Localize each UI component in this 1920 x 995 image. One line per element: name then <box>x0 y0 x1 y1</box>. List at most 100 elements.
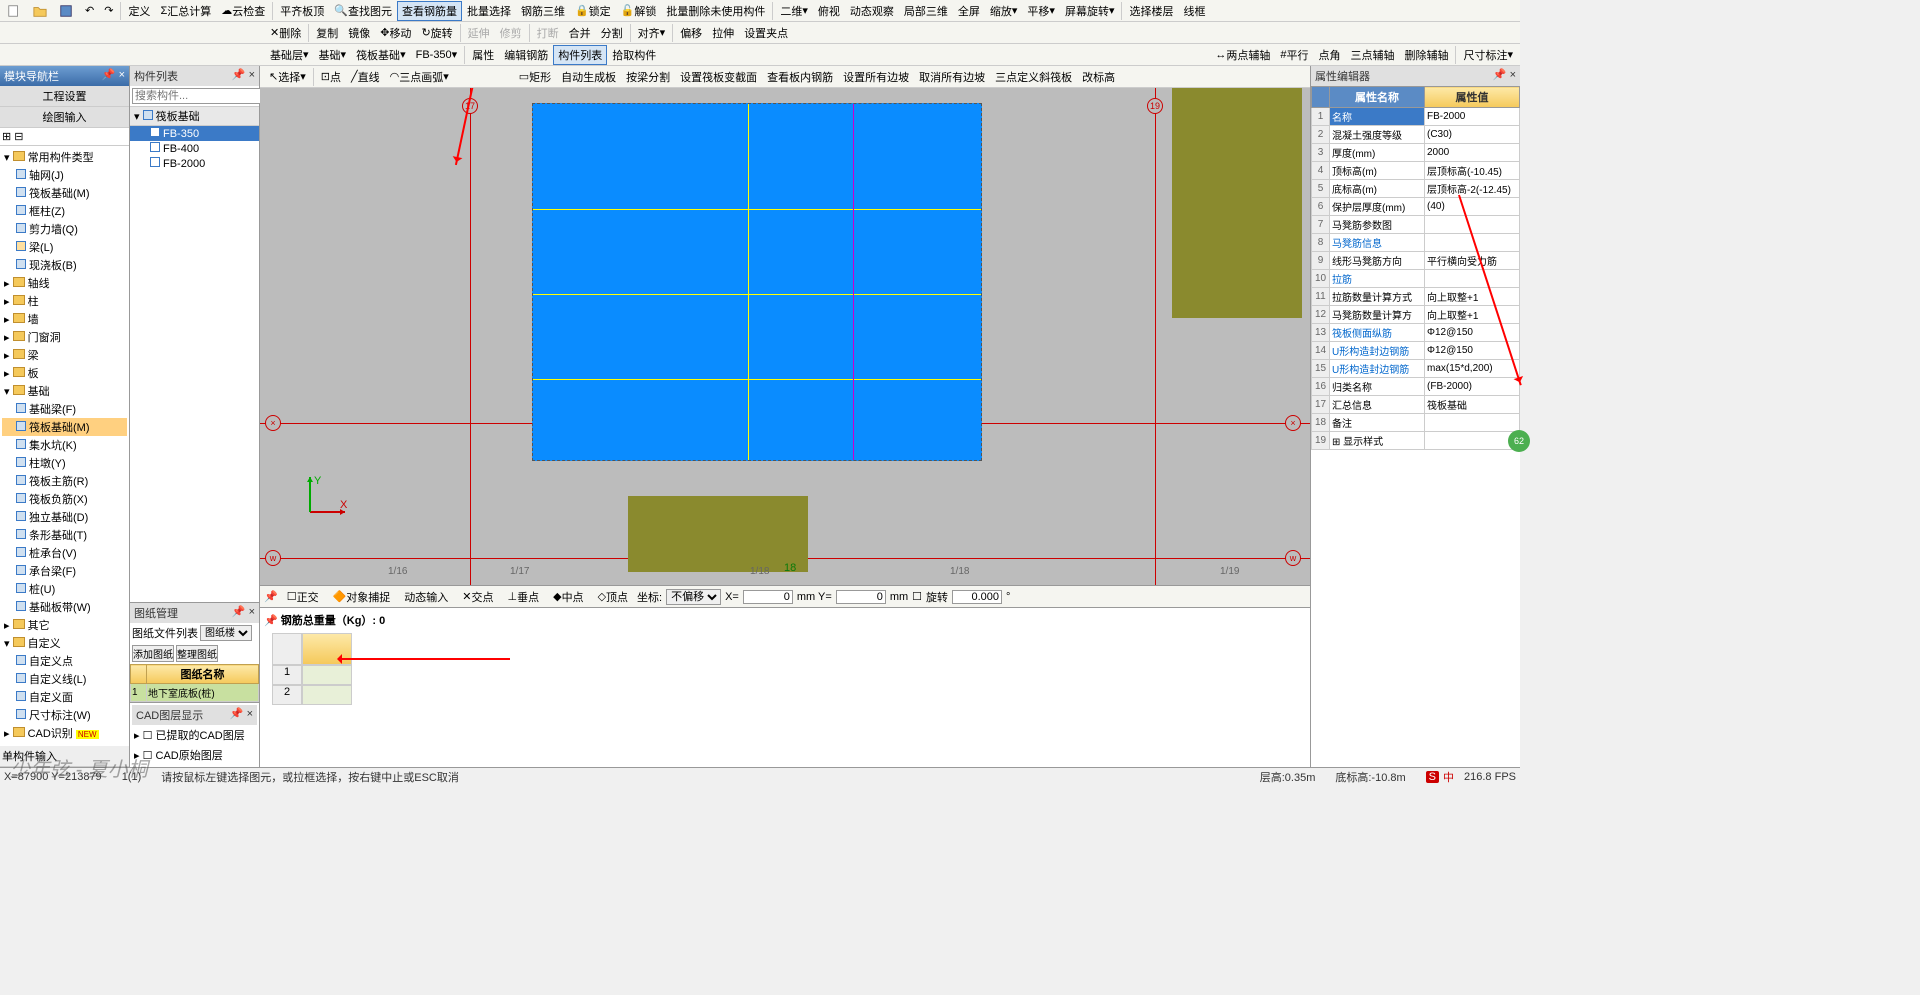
sel-FB350[interactable]: FB-350 ▾ <box>411 46 463 63</box>
tb-矩形[interactable]: ▭ 矩形 <box>514 67 556 87</box>
prop-row[interactable]: 14U形构造封边钢筋Φ12@150 <box>1312 342 1520 360</box>
tb-锁定[interactable]: 🔒 锁定 <box>570 1 616 21</box>
sel-基础层[interactable]: 基础层 ▾ <box>265 45 314 65</box>
opt-顶点[interactable]: ◇ 顶点 <box>593 587 633 607</box>
tree-item[interactable]: 柱墩(Y) <box>2 454 127 472</box>
tree-item[interactable]: 集水坑(K) <box>2 436 127 454</box>
prop-row[interactable]: 15U形构造封边钢筋max(15*d,200) <box>1312 360 1520 378</box>
tb-构件列表[interactable]: 构件列表 <box>553 45 607 65</box>
tb-打断[interactable]: 打断 <box>532 23 564 43</box>
tb-按梁分割[interactable]: 按梁分割 <box>621 67 675 87</box>
drawing-table[interactable]: 图纸名称 1地下室底板(桩) <box>130 664 259 702</box>
tree-root[interactable]: 常用构件类型 <box>28 152 94 164</box>
sel-筏板基础[interactable]: 筏板基础 ▾ <box>351 45 411 65</box>
tb-分割[interactable]: 分割 <box>596 23 628 43</box>
tb-改标高[interactable]: 改标高 <box>1077 67 1120 87</box>
tb-设置筏板变截面[interactable]: 设置筏板变截面 <box>675 67 762 87</box>
tb-查找图元[interactable]: 🔍 查找图元 <box>329 1 397 21</box>
prop-row[interactable]: 4顶标高(m)层顶标高(-10.45) <box>1312 162 1520 180</box>
component-tree[interactable]: ▾ 常用构件类型 轴网(J) 筏板基础(M) 框柱(Z) 剪力墙(Q) 梁(L)… <box>0 146 129 746</box>
prop-row[interactable]: 9线形马凳筋方向平行横向受力筋 <box>1312 252 1520 270</box>
notification-bubble[interactable]: 62 <box>1508 430 1530 452</box>
tb-对齐[interactable]: 对齐 ▾ <box>633 23 671 43</box>
open-icon[interactable] <box>28 2 54 20</box>
tb-两点辅轴[interactable]: ↔ 两点辅轴 <box>1210 45 1275 65</box>
y-input[interactable] <box>836 590 886 604</box>
tb-线框[interactable]: 线框 <box>1178 1 1210 21</box>
search-input[interactable] <box>132 88 280 104</box>
pin-icon[interactable]: 📌 × <box>230 707 253 723</box>
pin-icon[interactable]: 📌 <box>264 615 278 627</box>
tree-item[interactable]: 基础板带(W) <box>2 598 127 616</box>
x-input[interactable] <box>743 590 793 604</box>
tb-镜像[interactable]: 镜像 <box>343 23 375 43</box>
ime-icon[interactable]: S <box>1426 771 1439 783</box>
tb-俯视[interactable]: 俯视 <box>813 1 845 21</box>
organize-drawing-button[interactable]: 整理图纸 <box>176 645 218 662</box>
tb-移动[interactable]: ✥ 移动 <box>375 23 416 43</box>
redo-icon[interactable]: ↷ <box>99 2 118 19</box>
tb-批量删除[interactable]: 批量删除未使用构件 <box>661 1 770 21</box>
prop-row[interactable]: 16归类名称(FB-2000) <box>1312 378 1520 396</box>
pin-icon[interactable]: 📌 × <box>102 68 125 84</box>
tree-item[interactable]: 承台梁(F) <box>2 562 127 580</box>
prop-row[interactable]: 7马凳筋参数图 <box>1312 216 1520 234</box>
drawing-tab-select[interactable]: 图纸楼 <box>200 625 252 641</box>
tb-屏幕旋转[interactable]: 屏幕旋转 ▾ <box>1060 1 1120 21</box>
section-绘图输入[interactable]: 绘图输入 <box>0 107 129 128</box>
tb-平行[interactable]: # 平行 <box>1275 45 1313 65</box>
prop-row[interactable]: 2混凝土强度等级(C30) <box>1312 126 1520 144</box>
tb-删除辅轴[interactable]: 删除辅轴 <box>1399 45 1453 65</box>
collapse-all-icon[interactable]: ⊟ <box>14 131 23 143</box>
prop-row[interactable]: 19⊞ 显示样式 <box>1312 432 1520 450</box>
tb-点[interactable]: ⊡ 点 <box>316 67 346 87</box>
tb-延伸[interactable]: 延伸 <box>463 23 495 43</box>
prop-row[interactable]: 8马凳筋信息 <box>1312 234 1520 252</box>
pin-icon[interactable]: 📌 × <box>232 68 255 84</box>
tb-云检查[interactable]: ☁ 云检查 <box>216 1 270 21</box>
tb-查看钢筋量[interactable]: 查看钢筋量 <box>397 1 462 21</box>
tb-设置夹点[interactable]: 设置夹点 <box>739 23 793 43</box>
tb-钢筋三维[interactable]: 钢筋三维 <box>516 1 570 21</box>
tb-平移[interactable]: 平移 ▾ <box>1022 1 1060 21</box>
pin-icon[interactable]: 📌 × <box>232 605 255 621</box>
tb-批量选择[interactable]: 批量选择 <box>462 1 516 21</box>
tb-合并[interactable]: 合并 <box>564 23 596 43</box>
tb-平齐板顶[interactable]: 平齐板顶 <box>275 1 329 21</box>
prop-row[interactable]: 13筏板侧面纵筋Φ12@150 <box>1312 324 1520 342</box>
opt-交点[interactable]: ✕ 交点 <box>457 587 498 607</box>
pin-icon[interactable]: 📌 <box>264 590 278 603</box>
complist-item[interactable]: FB-350 <box>130 126 259 141</box>
opt-垂点[interactable]: ⊥ 垂点 <box>503 587 545 607</box>
tb-偏移[interactable]: 偏移 <box>675 23 707 43</box>
prop-row[interactable]: 1名称FB-2000 <box>1312 108 1520 126</box>
tb-点角[interactable]: 点角 <box>1313 45 1345 65</box>
tb-选择[interactable]: ↖ 选择 ▾ <box>264 67 311 87</box>
complist-item[interactable]: FB-400 <box>130 141 259 156</box>
tb-全屏[interactable]: 全屏 <box>953 1 985 21</box>
tb-尺寸标注[interactable]: 尺寸标注 ▾ <box>1458 45 1518 65</box>
tb-直线[interactable]: ╱ 直线 <box>346 67 385 87</box>
offset-select[interactable]: 不偏移 <box>666 589 721 605</box>
section-工程设置[interactable]: 工程设置 <box>0 86 129 107</box>
pin-icon[interactable]: 📌 × <box>1493 68 1516 84</box>
tb-删除[interactable]: ✕ 删除 <box>265 23 306 43</box>
opt-正交[interactable]: ☐ 正交 <box>282 587 324 607</box>
add-drawing-button[interactable]: 添加图纸 <box>132 645 174 662</box>
tree-item[interactable]: 筏板负筋(X) <box>2 490 127 508</box>
tb-自动生成板[interactable]: 自动生成板 <box>556 67 621 87</box>
tree-item[interactable]: 桩(U) <box>2 580 127 598</box>
opt-对象捕捉[interactable]: 🔶 对象捕捉 <box>328 587 396 607</box>
tb-局部三维[interactable]: 局部三维 <box>899 1 953 21</box>
tb-三点定义斜筏板[interactable]: 三点定义斜筏板 <box>990 67 1077 87</box>
complist-item[interactable]: FB-2000 <box>130 156 259 171</box>
tb-二维[interactable]: 二维 ▾ <box>775 1 813 21</box>
prop-row[interactable]: 3厚度(mm)2000 <box>1312 144 1520 162</box>
tb-取消所有边坡[interactable]: 取消所有边坡 <box>914 67 990 87</box>
canvas[interactable]: 17 19 × × w w 18 1/16 1/17 1/18 1/18 <box>260 88 1310 585</box>
tb-汇总计算[interactable]: Σ 汇总计算 <box>155 1 216 21</box>
rotation-input[interactable] <box>952 590 1002 604</box>
expand-all-icon[interactable]: ⊞ <box>2 131 11 143</box>
tb-修剪[interactable]: 修剪 <box>495 23 527 43</box>
opt-中点[interactable]: ◆ 中点 <box>548 587 588 607</box>
